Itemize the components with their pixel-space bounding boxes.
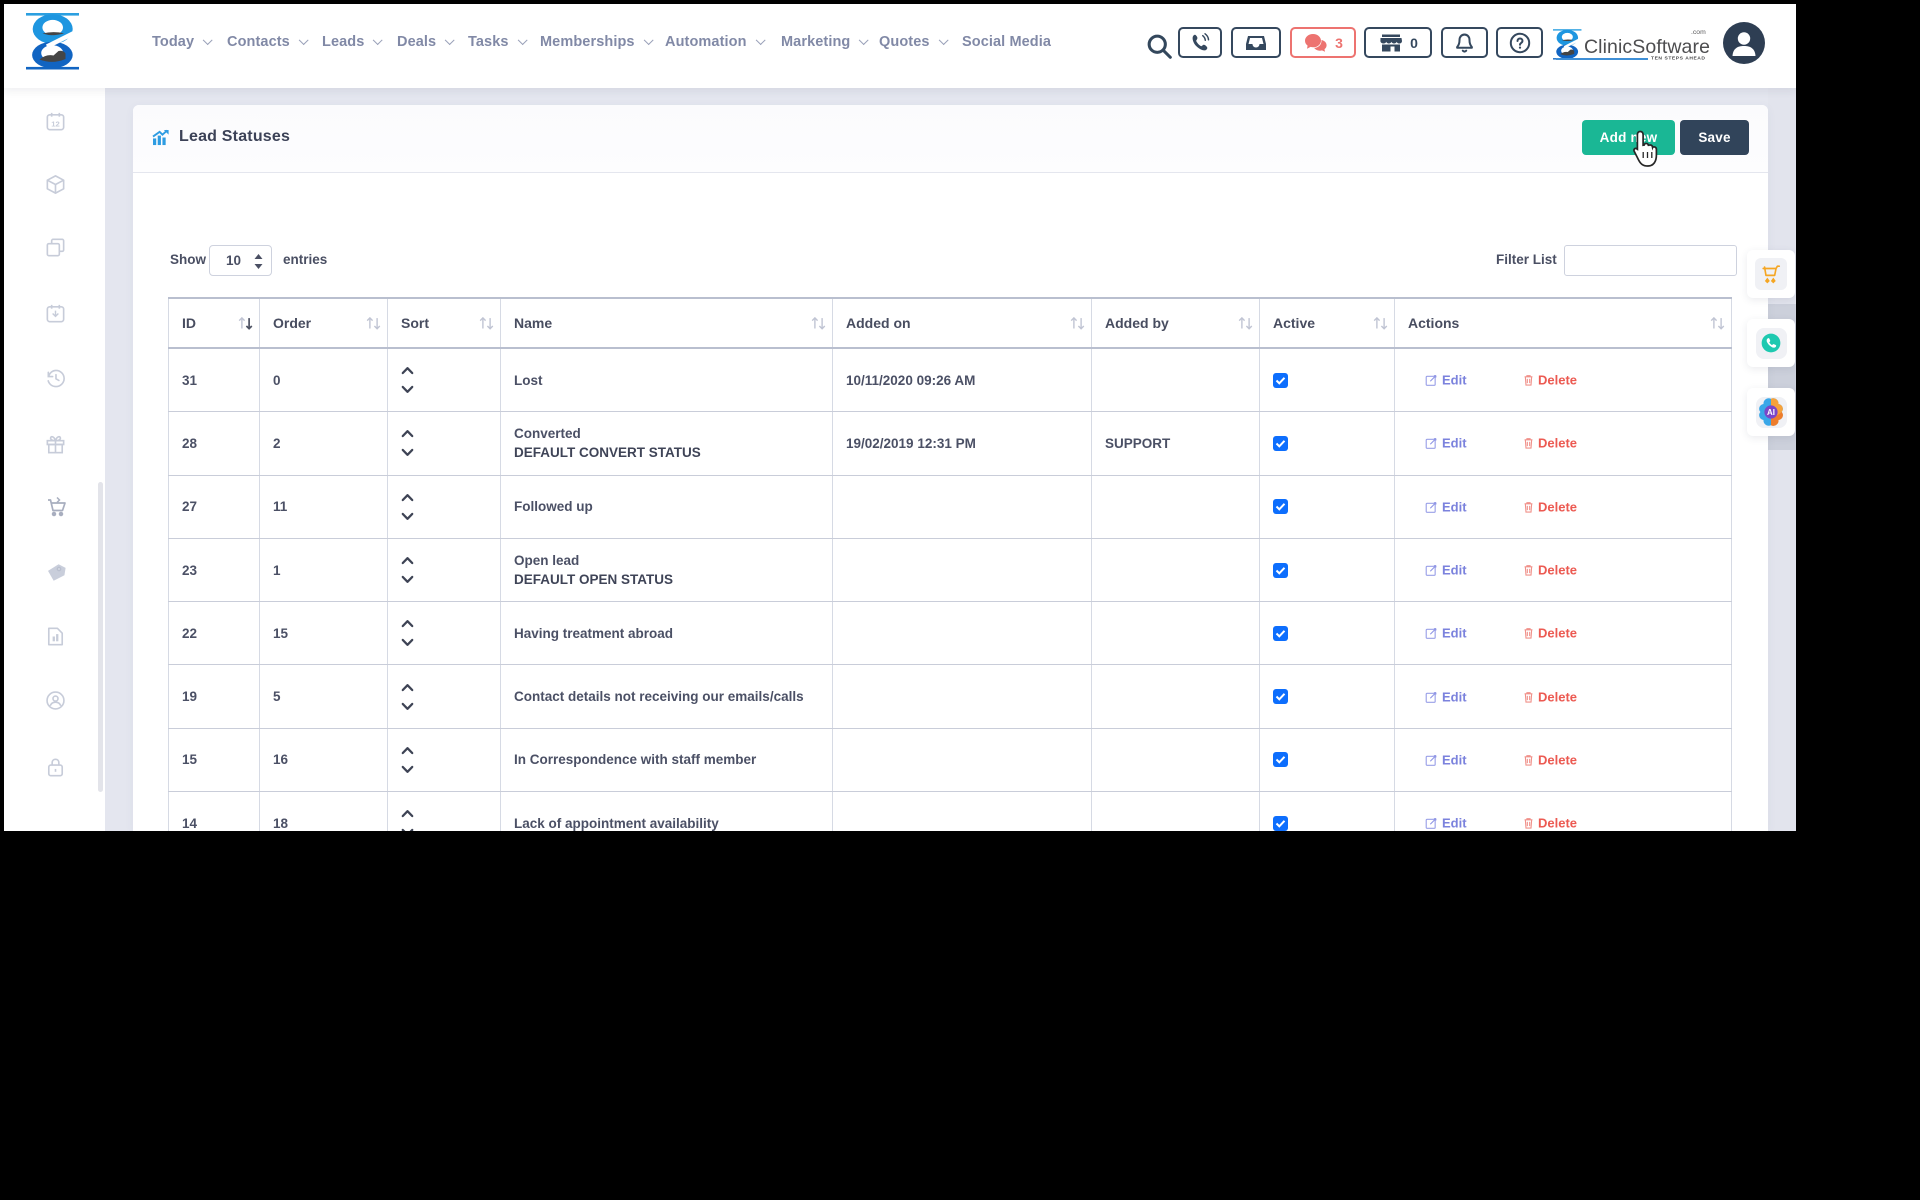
- svg-text:AI: AI: [1767, 408, 1775, 417]
- svg-text:12: 12: [51, 119, 60, 128]
